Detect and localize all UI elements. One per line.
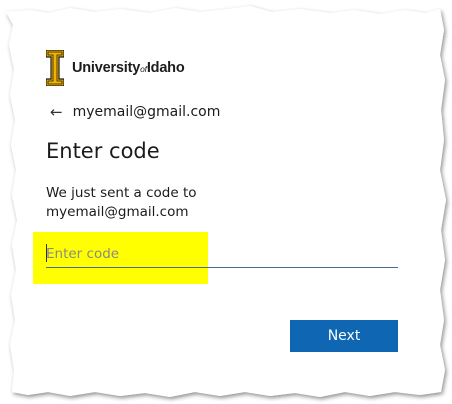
code-input[interactable] [46,241,398,268]
description-line-1: We just sent a code to [46,185,197,201]
description: We just sent a code to myemail@gmail.com [46,184,197,222]
text-caret [46,244,47,262]
next-button[interactable]: Next [290,320,398,352]
account-email: myemail@gmail.com [72,104,221,120]
university-logo: UniversityofIdaho [46,50,185,86]
idaho-i-logo-icon [46,50,64,86]
description-line-2: myemail@gmail.com [46,204,189,220]
university-name: UniversityofIdaho [72,60,185,76]
page-title: Enter code [46,139,160,163]
back-row[interactable]: ← myemail@gmail.com [50,104,220,120]
torn-paper-card: UniversityofIdaho ← myemail@gmail.com En… [0,0,452,404]
arrow-left-icon[interactable]: ← [50,104,63,120]
